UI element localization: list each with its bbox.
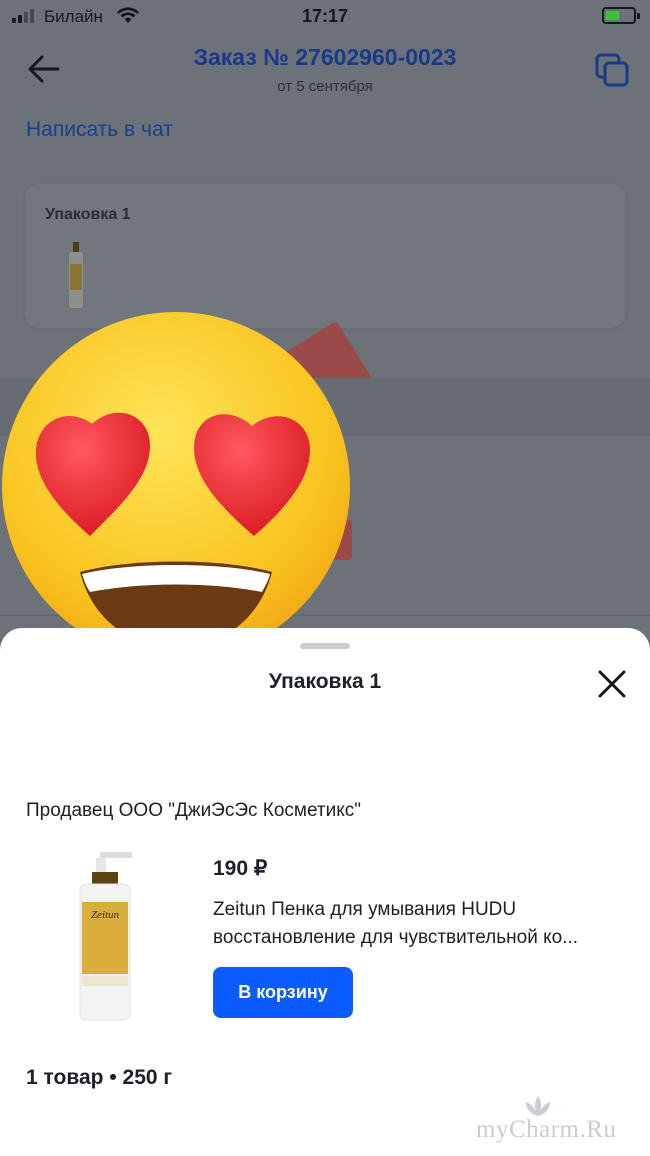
- product-image[interactable]: Zeitun: [72, 852, 138, 1022]
- product-name[interactable]: Zeitun Пенка для умывания HUDU восстанов…: [213, 896, 633, 952]
- package-summary: 1 товар • 250 г: [26, 1066, 173, 1089]
- bottle-brand-text: Zeitun: [91, 909, 120, 921]
- add-to-cart-button[interactable]: В корзину: [213, 967, 353, 1018]
- package-card[interactable]: Упаковка 1: [25, 184, 625, 328]
- seller-name: Продавец ООО "ДжиЭсЭс Косметикс": [26, 800, 361, 821]
- status-bar: Билайн 17:17: [0, 0, 650, 36]
- product-price: 190 ₽: [213, 857, 268, 880]
- watermark: myCharm.Ru: [476, 1116, 617, 1143]
- battery-icon: [602, 7, 640, 24]
- watermark-lotus-icon: [526, 1096, 550, 1116]
- order-title: Заказ № 27602960-0023: [193, 44, 457, 70]
- clock: 17:17: [301, 6, 349, 26]
- sheet-grabber[interactable]: [300, 643, 350, 649]
- heart-eyes-emoji: [2, 312, 350, 660]
- order-date: от 5 сентября: [277, 78, 373, 95]
- product-thumbnail: [69, 242, 83, 308]
- close-icon[interactable]: [596, 668, 628, 700]
- chat-link[interactable]: Написать в чат: [26, 118, 173, 142]
- package-bottom-sheet: Упаковка 1 Продавец ООО "ДжиЭсЭс Космети…: [0, 628, 650, 1156]
- product-name-line: восстановление для чувствительной ко...: [213, 927, 579, 948]
- package-card-title: Упаковка 1: [45, 206, 131, 223]
- copy-icon[interactable]: [594, 52, 630, 88]
- sheet-title: Упаковка 1: [268, 670, 382, 693]
- product-name-line: Zeitun Пенка для умывания HUDU: [213, 899, 517, 920]
